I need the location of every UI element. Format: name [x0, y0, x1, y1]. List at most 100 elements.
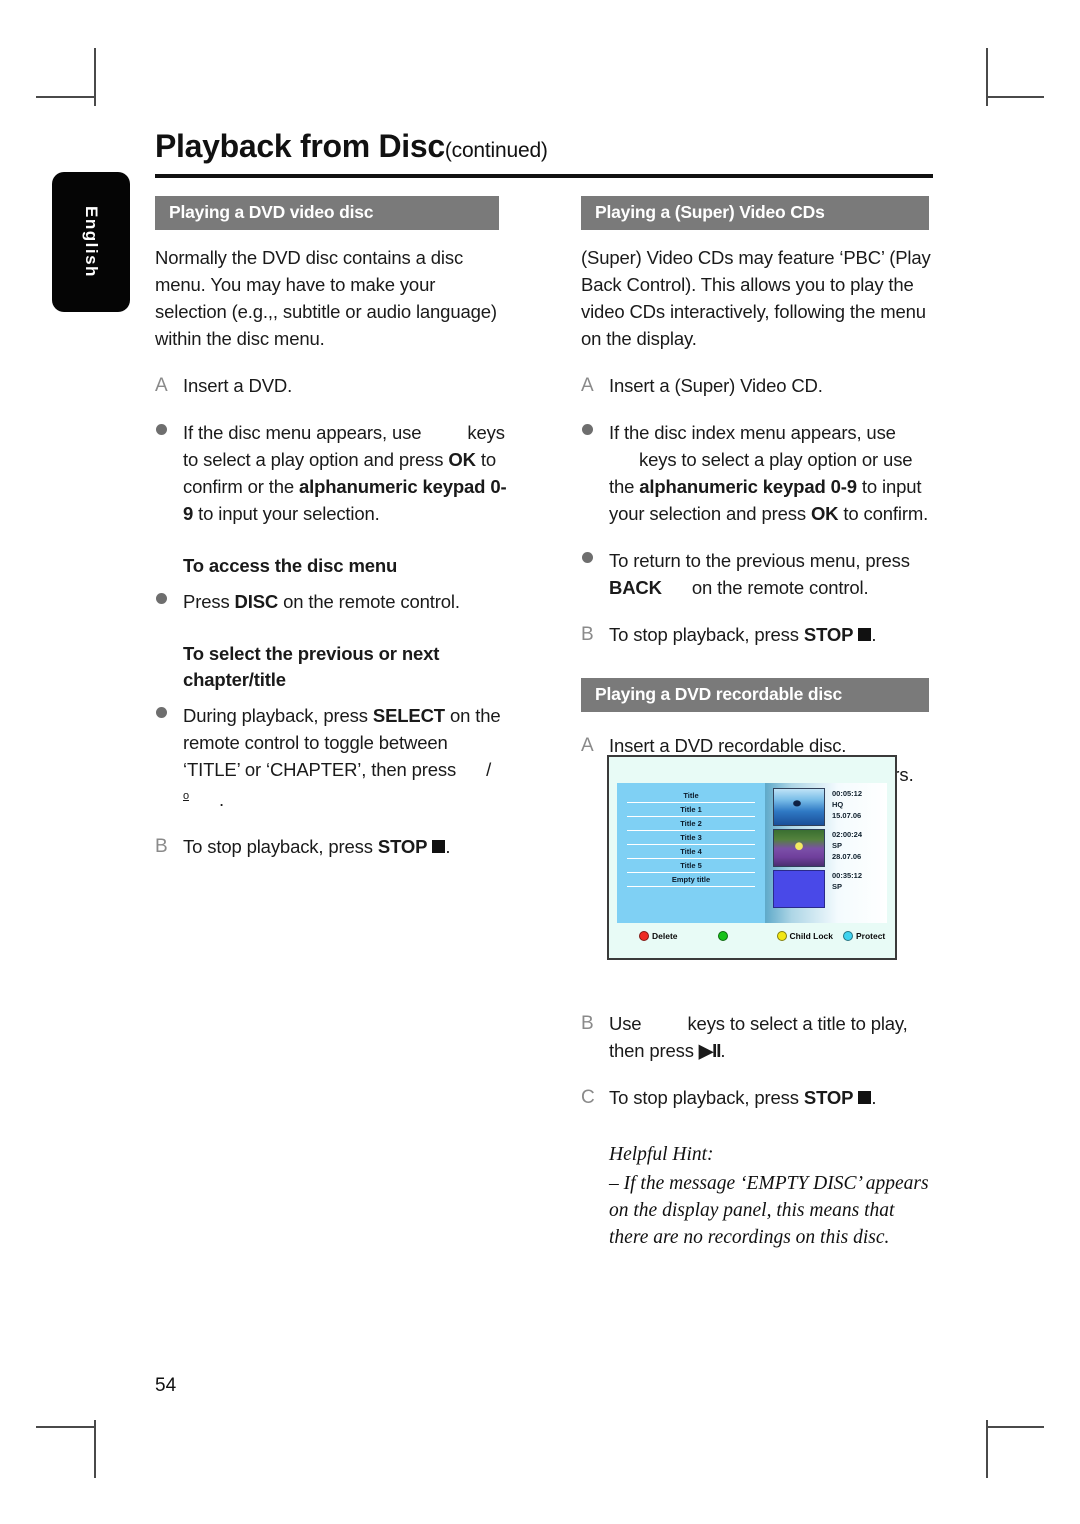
- child-lock-button-label: Child Lock: [789, 931, 833, 941]
- entry-time: 02:00:24: [832, 830, 863, 839]
- step2-b-pre: Use: [609, 1013, 642, 1034]
- bullet-select-toggle: During playback, press SELECT on the rem…: [155, 702, 507, 813]
- protect-button[interactable]: Protect: [842, 931, 886, 941]
- index-screen-body: Title Title 1 Title 2 Title 3 Title 4 Ti…: [617, 783, 887, 923]
- play-pause-icon: ▶II: [698, 1040, 721, 1061]
- title-list-item[interactable]: Title 5: [627, 859, 755, 873]
- helpful-hint-block: Helpful Hint: – If the message ‘EMPTY DI…: [609, 1141, 933, 1251]
- bullet-disc-menu-navigation: If the disc menu appears, use keys to sel…: [155, 419, 507, 527]
- page-title-continued: (continued): [444, 139, 548, 162]
- bullet1-end: to input your selection.: [198, 503, 380, 524]
- bullet3-end: .: [218, 789, 224, 811]
- entry-date: 28.07.06: [832, 852, 862, 861]
- title-divider: [155, 174, 933, 178]
- surf-thumbnail-icon: [773, 788, 825, 826]
- ok-key-label: OK: [810, 503, 839, 524]
- bullet-press-disc: Press DISC on the remote control.: [155, 588, 507, 615]
- rbullet1-end: to confirm.: [843, 503, 929, 524]
- step-marker-c: C: [581, 1087, 595, 1108]
- step-c-stop-playback: C To stop playback, press STOP .: [581, 1084, 933, 1111]
- thumbnail-entry[interactable]: 02:00:24 SP 28.07.06: [773, 829, 887, 867]
- yellow-dot-icon: [776, 931, 787, 941]
- bullet-icon: [581, 547, 609, 601]
- select-key-label: SELECT: [372, 705, 445, 726]
- rstep-b-pre: To stop playback, press: [609, 624, 799, 645]
- bullet3-slash: /: [486, 759, 492, 780]
- helpful-hint-title: Helpful Hint:: [609, 1144, 714, 1165]
- subheading-select-chapter-title: To select the previous or next chapter/t…: [183, 643, 440, 690]
- crop-mark-bottom-left-v: [94, 1420, 96, 1478]
- page-title-main: Playback from Disc: [155, 128, 445, 164]
- stop-square-icon: [858, 1091, 872, 1104]
- rstep-b-post: .: [871, 624, 877, 645]
- bullet-back-previous-menu: To return to the previous menu, press BA…: [581, 547, 933, 601]
- bullet-icon: [155, 419, 183, 527]
- step2-b-mid: keys to select a title to play, then pre…: [609, 1013, 908, 1061]
- title-list-item[interactable]: Title 3: [627, 831, 755, 845]
- entry-date: 15.07.06: [832, 811, 862, 820]
- stop-key-label: STOP: [803, 624, 854, 645]
- crop-mark-bottom-right-h: [986, 1426, 1044, 1428]
- flower-thumbnail-icon: [773, 829, 825, 867]
- language-tab-label: English: [82, 206, 101, 278]
- crop-mark-top-left-v: [94, 48, 96, 106]
- delete-button-label: Delete: [652, 931, 678, 941]
- index-picture-screenshot: Title Title 1 Title 2 Title 3 Title 4 Ti…: [607, 755, 897, 960]
- bullet-index-menu-navigation: If the disc index menu appears, use keys…: [581, 419, 933, 527]
- title-list-item[interactable]: Empty title: [627, 873, 755, 887]
- title-list-item[interactable]: Title 2: [627, 817, 755, 831]
- step-marker-b: B: [155, 836, 168, 858]
- thumbnail-panel: 00:05:12 HQ 15.07.06 02:00:24 SP 28.07.0…: [765, 783, 887, 923]
- thumbnail-entry[interactable]: 00:35:12 SP: [773, 870, 887, 908]
- entry-time: 00:05:12: [832, 789, 863, 798]
- step-a-insert-video-cd: A Insert a (Super) Video CD.: [581, 372, 933, 399]
- delete-button[interactable]: Delete: [639, 931, 678, 941]
- bullet-icon: [581, 419, 609, 527]
- disc-key-label: DISC: [234, 591, 279, 612]
- child-lock-button[interactable]: Child Lock: [776, 931, 833, 941]
- green-button[interactable]: [717, 931, 731, 941]
- page-title: Playback from Disc(continued): [155, 128, 933, 165]
- step-b-pre: To stop playback, press: [183, 836, 373, 858]
- stop-square-icon: [432, 840, 446, 854]
- step-marker-b: B: [581, 624, 594, 645]
- entry-mode: SP: [832, 882, 843, 891]
- title-list-item[interactable]: Title 1: [627, 803, 755, 817]
- crop-mark-bottom-left-h: [36, 1426, 94, 1428]
- bullet-icon: [155, 702, 183, 813]
- title-list-item[interactable]: Title: [627, 789, 755, 803]
- protect-button-label: Protect: [855, 931, 886, 941]
- language-tab: English: [52, 172, 130, 312]
- step-a-insert-dvd: A Insert a DVD.: [155, 372, 507, 399]
- back-key-label: BACK: [609, 577, 662, 598]
- intro-paragraph-dvd-video: Normally the DVD disc contains a disc me…: [155, 247, 497, 349]
- blank-blue-thumbnail-icon: [773, 870, 825, 908]
- subheading-access-disc-menu: To access the disc menu: [183, 555, 398, 576]
- step-marker-a: A: [581, 375, 594, 396]
- intro-paragraph-video-cds: (Super) Video CDs may feature ‘PBC’ (Pla…: [581, 247, 931, 349]
- bullet1-pre: If the disc menu appears, use: [183, 422, 422, 443]
- step-b-stop-playback-left: B To stop playback, press STOP .: [155, 833, 507, 860]
- step-b-stop-playback-right: B To stop playback, press STOP .: [581, 621, 933, 648]
- thumbnail-entry[interactable]: 00:05:12 HQ 15.07.06: [773, 788, 887, 826]
- entry-time: 00:35:12: [832, 871, 863, 880]
- step2-b-post: .: [720, 1040, 726, 1061]
- crop-mark-bottom-right-v: [986, 1420, 988, 1478]
- ok-key-label: OK: [448, 449, 476, 470]
- bullet2-pre: Press: [183, 591, 230, 612]
- title-list-item[interactable]: Title 4: [627, 845, 755, 859]
- step-a-text: Insert a DVD.: [183, 375, 293, 396]
- alphanumeric-keypad-label: alphanumeric keypad 0-9: [639, 476, 857, 497]
- bullet3-ordinal-glyph: o: [183, 790, 189, 802]
- step-a-text: Insert a (Super) Video CD.: [609, 375, 823, 396]
- stop-key-label: STOP: [377, 836, 428, 858]
- entry-mode: HQ: [832, 800, 844, 809]
- cyan-dot-icon: [842, 931, 853, 941]
- bullet3-pre: During playback, press: [183, 705, 368, 726]
- page-number: 54: [155, 1375, 177, 1396]
- manual-page: English Playback from Disc(continued) Pl…: [0, 0, 1080, 1524]
- section-heading-dvd-recordable: Playing a DVD recordable disc: [581, 678, 929, 712]
- rbullet2-post: on the remote control.: [691, 577, 869, 598]
- section-heading-super-video-cds: Playing a (Super) Video CDs: [581, 196, 929, 230]
- red-dot-icon: [639, 931, 649, 941]
